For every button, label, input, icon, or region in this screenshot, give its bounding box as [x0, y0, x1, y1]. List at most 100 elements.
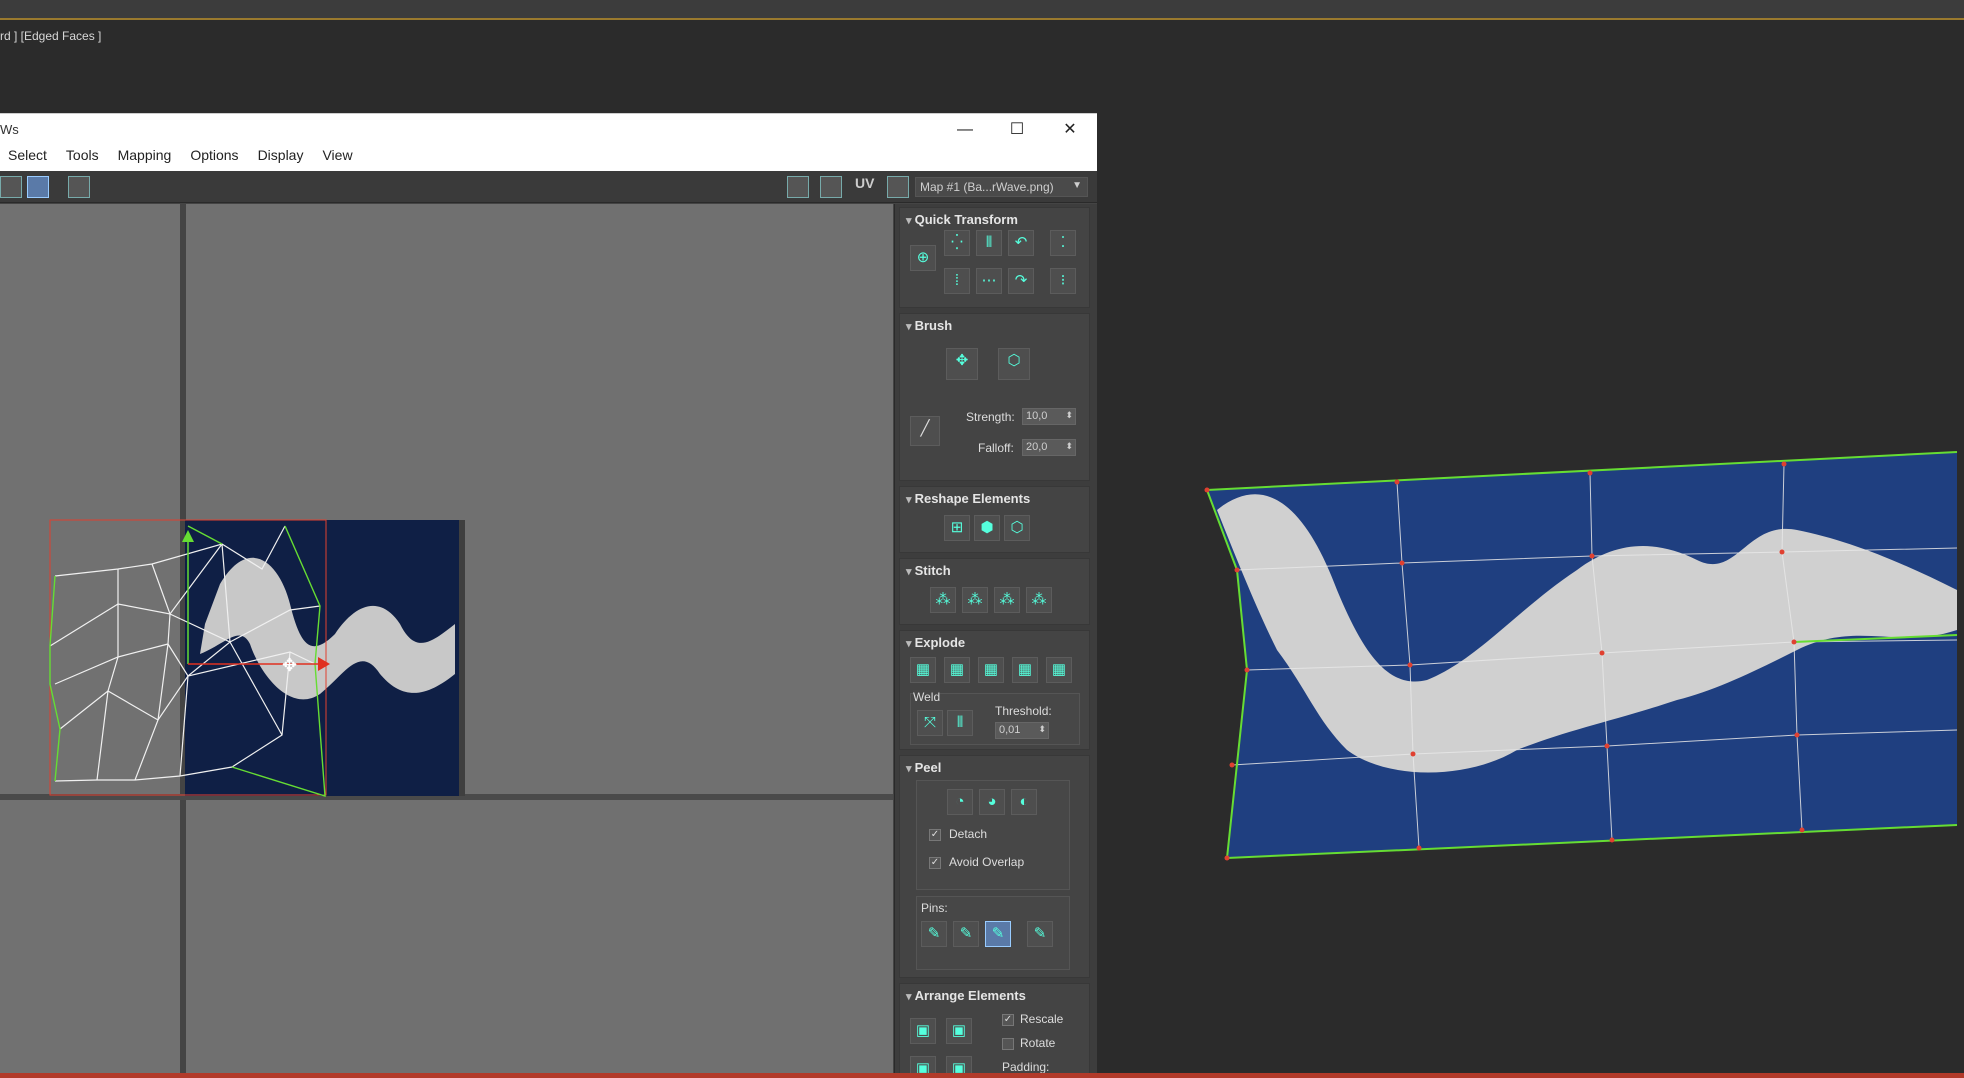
menu-options[interactable]: Options — [190, 147, 238, 167]
detach-checkbox[interactable]: ✓ — [929, 829, 941, 841]
window-title: Ws — [0, 122, 19, 137]
perspective-viewport[interactable] — [1097, 90, 1964, 1078]
rollout-brush: Brush ✥ ⬡ ╱ Strength: 10,0 ⬍ Falloff: 20,… — [899, 313, 1090, 481]
menu-tools[interactable]: Tools — [66, 147, 99, 167]
unpin-icon[interactable]: ✎ — [953, 921, 979, 947]
space-vertical-icon[interactable]: ⦀ — [976, 230, 1002, 256]
align-horizontal-icon[interactable]: ⁛ — [944, 230, 970, 256]
straighten-icon[interactable]: ⊞ — [944, 515, 970, 541]
explode-header[interactable]: Explode — [906, 635, 966, 650]
stitch-source-icon[interactable]: ⁂ — [1026, 587, 1052, 613]
peel-options-group: ◔ ◕ ◐ ✓ Detach ✓ Avoid Overlap — [916, 780, 1070, 890]
weld-group: Weld ⤧ ⦀ Threshold: 0,01 ⬍ — [910, 690, 1080, 745]
checker-pattern-icon[interactable] — [820, 176, 842, 198]
explode-by-material-icon[interactable]: ▦ — [978, 657, 1004, 683]
map-dropdown[interactable]: Map #1 (Ba...rWave.png) ▼ — [915, 177, 1088, 197]
spinner-arrows-icon: ⬍ — [1038, 724, 1046, 734]
explode-by-smoothing-icon[interactable]: ▦ — [944, 657, 970, 683]
explode-by-polygon-icon[interactable]: ▦ — [910, 657, 936, 683]
pin-icon[interactable]: ✎ — [921, 921, 947, 947]
align-side-icon[interactable]: ⁝ — [1050, 268, 1076, 294]
select-vertex-icon[interactable] — [0, 176, 22, 198]
brush-header[interactable]: Brush — [906, 318, 953, 333]
paint-move-icon[interactable]: ✥ — [946, 348, 978, 380]
stitch-average-icon[interactable]: ⁂ — [994, 587, 1020, 613]
edit-uvws-window: Ws — ☐ ✕ Select Tools Mapping Options Di… — [0, 113, 1097, 1078]
checker-grid-icon[interactable] — [787, 176, 809, 198]
relax-icon[interactable]: ⬢ — [974, 515, 1000, 541]
rotate-ccw-icon[interactable]: ↶ — [1008, 230, 1034, 256]
quick-transform-header[interactable]: Quick Transform — [906, 212, 1018, 227]
settings-gear-icon[interactable] — [887, 176, 909, 198]
menu-select[interactable]: Select — [8, 147, 47, 167]
rotate-cw-icon[interactable]: ↷ — [1008, 268, 1034, 294]
map-dropdown-value: Map #1 (Ba...rWave.png) — [920, 180, 1054, 194]
minimize-button[interactable]: — — [945, 118, 985, 142]
close-button[interactable]: ✕ — [1050, 118, 1090, 142]
stitch-header[interactable]: Stitch — [906, 563, 951, 578]
relax-brush-icon[interactable]: ⬡ — [998, 348, 1030, 380]
explode-selection-icon[interactable]: ▦ — [1046, 657, 1072, 683]
quick-peel-icon[interactable]: ◔ — [947, 789, 973, 815]
stitch-target-icon[interactable]: ⁂ — [962, 587, 988, 613]
threshold-spinner[interactable]: 0,01 ⬍ — [995, 722, 1049, 739]
strength-value: 10,0 — [1026, 410, 1048, 422]
rescale-checkbox[interactable]: ✓ — [1002, 1014, 1014, 1026]
falloff-spinner[interactable]: 20,0 ⬍ — [1022, 439, 1076, 456]
canvas-left-area — [0, 204, 180, 1078]
falloff-label: Falloff: — [978, 441, 1014, 455]
peel-mode-icon[interactable]: ◕ — [979, 789, 1005, 815]
align-vertical-icon[interactable]: ⁞ — [944, 268, 970, 294]
explode-by-hard-edges-icon[interactable]: ▦ — [1012, 657, 1038, 683]
uv-editor-canvas[interactable]: ✥ — [0, 204, 893, 1078]
flatten-icon[interactable]: ⬡ — [1004, 515, 1030, 541]
spinner-arrows-icon: ⬍ — [1065, 410, 1073, 420]
peel-header[interactable]: Peel — [906, 760, 942, 775]
pins-label: Pins: — [921, 901, 948, 915]
bottom-status-strip — [0, 1073, 1964, 1078]
pins-group: Pins: ✎ ✎ ✎ ✎ — [916, 896, 1070, 970]
auto-pin-icon[interactable]: ✎ — [985, 921, 1011, 947]
reshape-elements-header[interactable]: Reshape Elements — [906, 491, 1031, 506]
rotate-label: Rotate — [1020, 1036, 1056, 1050]
mirror-icon[interactable] — [68, 176, 90, 198]
pivot-icon[interactable]: ⊕ — [910, 245, 936, 271]
viewport-graphics — [1204, 451, 1958, 861]
avoid-overlap-label: Avoid Overlap — [949, 855, 1025, 869]
rotate-checkbox[interactable] — [1002, 1038, 1014, 1050]
spinner-arrows-icon: ⬍ — [1065, 441, 1073, 451]
menu-view[interactable]: View — [322, 147, 352, 167]
detach-label: Detach — [949, 827, 988, 841]
rollout-arrange-elements: Arrange Elements ▣ ▣ ▣ ▣ ✓ Rescale Rotat… — [899, 983, 1090, 1078]
space-horizontal-icon[interactable]: ⋯ — [976, 268, 1002, 294]
top-toolbar-strip — [0, 0, 1964, 20]
menu-bar: Select Tools Mapping Options Display Vie… — [0, 147, 372, 167]
select-pins-icon[interactable]: ✎ — [1027, 921, 1053, 947]
weld-label: Weld — [913, 690, 941, 704]
avoid-overlap-checkbox[interactable]: ✓ — [929, 857, 941, 869]
pack-normalize-icon[interactable]: ▣ — [910, 1018, 936, 1044]
menu-display[interactable]: Display — [258, 147, 304, 167]
uv-toggle[interactable]: UV — [855, 175, 874, 191]
select-face-icon[interactable] — [27, 176, 49, 198]
stitch-custom-icon[interactable]: ⁂ — [930, 587, 956, 613]
brush-falloff-curve-icon[interactable]: ╱ — [910, 416, 940, 446]
weld-selected-icon[interactable]: ⤧ — [917, 710, 943, 736]
strength-spinner[interactable]: 10,0 ⬍ — [1022, 408, 1076, 425]
arrange-elements-header[interactable]: Arrange Elements — [906, 988, 1026, 1003]
tool-panel: Quick Transform ⊕ ⁛ ⦀ ↶ ⁚ ⁞ ⋯ ↷ ⁝ Brush … — [894, 204, 1097, 1078]
maximize-button[interactable]: ☐ — [997, 118, 1037, 142]
pack-custom-icon[interactable]: ▣ — [946, 1018, 972, 1044]
chevron-down-icon: ▼ — [1072, 180, 1082, 191]
align-top-icon[interactable]: ⁚ — [1050, 230, 1076, 256]
rollout-peel: Peel ◔ ◕ ◐ ✓ Detach ✓ Avoid Overlap Pins… — [899, 755, 1090, 978]
strength-label: Strength: — [966, 410, 1015, 424]
viewport-label[interactable]: rd ] [Edged Faces ] — [0, 29, 101, 43]
menu-mapping[interactable]: Mapping — [118, 147, 172, 167]
move-cursor-icon: ✥ — [282, 655, 297, 675]
falloff-value: 20,0 — [1026, 441, 1048, 453]
reset-peel-icon[interactable]: ◐ — [1011, 789, 1037, 815]
weld-target-icon[interactable]: ⦀ — [947, 710, 973, 736]
rollout-quick-transform: Quick Transform ⊕ ⁛ ⦀ ↶ ⁚ ⁞ ⋯ ↷ ⁝ — [899, 207, 1090, 308]
uv-toolbar: UV Map #1 (Ba...rWave.png) ▼ — [0, 171, 1097, 203]
